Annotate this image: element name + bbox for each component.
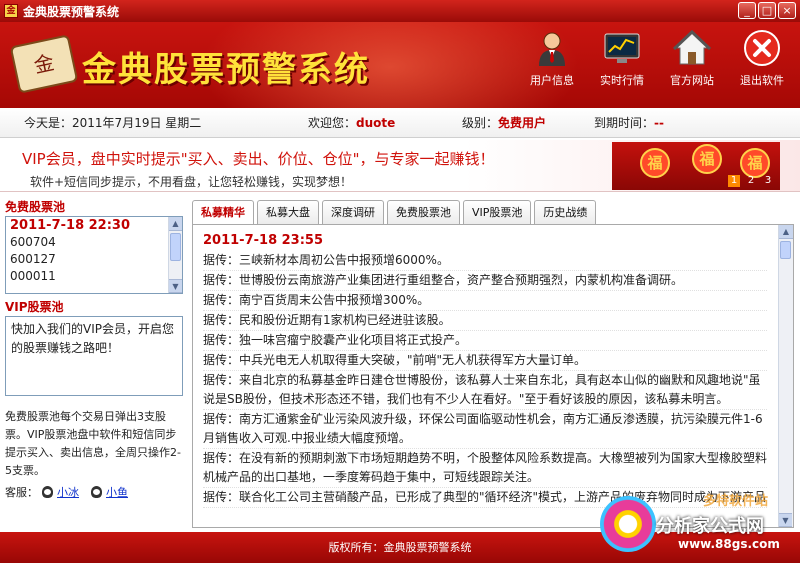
logo-text: 金典股票预警系统	[82, 50, 370, 90]
free-pool-scrollbar[interactable]: ▲ ▼	[168, 217, 182, 293]
top-nav: 用户信息 实时行情 官方网站 退出软件	[524, 28, 790, 88]
left-panel: 免费股票池 2011-7-18 22:30 600704 600127 0000…	[5, 198, 188, 500]
tab-private-essence[interactable]: 私募精华	[192, 200, 254, 225]
news-item: 据传：南方汇通紫金矿业污染风波升级，环保公司面临驱动性机会，南方汇通反渗透膜，抗…	[203, 410, 767, 449]
free-pool-title: 免费股票池	[5, 200, 66, 214]
qq-icon	[91, 486, 102, 498]
qq-icon	[42, 486, 53, 498]
nav-exit[interactable]: 退出软件	[734, 28, 790, 88]
nav-label: 用户信息	[530, 74, 574, 87]
expire-label: 到期时间：	[594, 116, 655, 130]
news-scrollbar[interactable]: ▲ ▼	[778, 225, 793, 527]
news-item: 据传：世博股份云南旅游产业集团进行重组整合，资产整合预期强烈，内蒙机构准备调研。	[203, 271, 767, 291]
kefu-link-xiaobing[interactable]: 小冰	[57, 484, 79, 500]
scroll-up-arrow-icon[interactable]: ▲	[779, 225, 793, 239]
news-item: 据传：中兵光电无人机取得重大突破，"前哨"无人机获得军方大量订单。	[203, 351, 767, 371]
user-icon	[539, 32, 565, 66]
lantern-icon: 福	[640, 148, 670, 178]
scroll-thumb[interactable]	[170, 233, 181, 261]
tab-deep-research[interactable]: 深度调研	[322, 200, 384, 224]
watermark-title: 分析家公式网	[656, 516, 764, 537]
monitor-chart-icon	[604, 33, 640, 63]
minimize-button[interactable]: _	[738, 2, 756, 19]
maximize-button[interactable]: □	[758, 2, 776, 19]
vip-pool-title: VIP股票池	[5, 300, 64, 314]
stock-code[interactable]: 600704	[6, 234, 182, 251]
pool-note: 免费股票池每个交易日弹出3支股票。VIP股票池盘中软件和短信同步提示买入、卖出信…	[5, 410, 181, 477]
news-item: 据传：南宁百货周末公告中报预增300%。	[203, 291, 767, 311]
vip-pool-box: 快加入我们的VIP会员，开启您的股票赚钱之路吧！	[5, 316, 183, 396]
banner-pager: 1 2 3	[728, 175, 774, 187]
watermark-top-text: 多特软件站	[703, 494, 769, 509]
window-controls: _ □ ×	[738, 2, 796, 19]
tab-private-market[interactable]: 私募大盘	[257, 200, 319, 224]
banner-page-3[interactable]: 3	[762, 175, 774, 187]
nav-label: 官方网站	[670, 74, 714, 87]
window-title: 金典股票预警系统	[23, 4, 120, 19]
nav-label: 退出软件	[740, 74, 784, 87]
banner-page-2[interactable]: 2	[745, 175, 757, 187]
free-pool-date: 2011-7-18 22:30	[10, 218, 131, 233]
banner-subline: 软件+短信同步提示，不用看盘，让您轻松赚钱，实现梦想！	[30, 175, 353, 189]
app-header: 金 金典股票预警系统 用户信息 实时行情 官方网站 退出软件	[0, 22, 800, 108]
news-item: 据传：在没有新的预期刺激下市场短期趋势不明，个股整体风险系数提高。大橡塑被列为国…	[203, 449, 767, 488]
username: duote	[356, 116, 396, 130]
level-info: 级别：免费用户	[462, 108, 546, 138]
banner-page-1[interactable]: 1	[728, 175, 740, 187]
logo-scroll-icon: 金	[9, 34, 79, 94]
nav-user-info[interactable]: 用户信息	[524, 28, 580, 88]
nav-label: 实时行情	[600, 74, 644, 87]
scroll-up-arrow-icon[interactable]: ▲	[169, 217, 182, 231]
scroll-thumb[interactable]	[780, 241, 791, 259]
banner-headline: VIP会员，盘中实时提示"买入、卖出、价位、仓位"，与专家一起赚钱！	[22, 150, 495, 168]
tab-free-pool[interactable]: 免费股票池	[387, 200, 460, 224]
promo-banner[interactable]: VIP会员，盘中实时提示"买入、卖出、价位、仓位"，与专家一起赚钱！ 软件+短信…	[0, 140, 800, 192]
info-bar: 今天是：2011年7月19日 星期二 欢迎您：duote 级别：免费用户 到期时…	[0, 108, 800, 138]
site-watermark: 多特软件站 分析家公式网 www.88gs.com	[598, 490, 800, 563]
news-item: 据传：独一味宫瘤宁胶囊产业化项目将正式投产。	[203, 331, 767, 351]
today-info: 今天是：2011年7月19日 星期二	[24, 108, 201, 138]
news-item: 据传：来自北京的私募基金昨日建仓世博股份，该私募人士来自东北，具有赵本山似的幽默…	[203, 371, 767, 410]
flower-logo-icon	[600, 496, 656, 552]
news-date: 2011-7-18 23:55	[203, 233, 324, 248]
tab-bar: 私募精华 私募大盘 深度调研 免费股票池 VIP股票池 历史战绩	[192, 200, 794, 225]
level-label: 级别：	[462, 116, 499, 130]
tab-history[interactable]: 历史战绩	[534, 200, 597, 224]
kefu-link-xiaoyu[interactable]: 小鱼	[106, 484, 128, 500]
expire-value: --	[654, 116, 664, 130]
home-icon	[672, 29, 712, 65]
lantern-icon: 福	[692, 144, 722, 174]
today-value: 2011年7月19日 星期二	[72, 116, 202, 130]
kefu-label: 客服：	[5, 486, 38, 499]
exit-icon	[744, 30, 780, 66]
title-bar: 金 金典股票预警系统 _ □ ×	[0, 0, 800, 22]
stock-code[interactable]: 600127	[6, 251, 182, 268]
main-panel: 私募精华 私募大盘 深度调研 免费股票池 VIP股票池 历史战绩 2011-7-…	[192, 200, 794, 528]
nav-official-site[interactable]: 官方网站	[664, 28, 720, 88]
news-list: 2011-7-18 23:55 据传：三峡新材本周初公告中报预增6000%。 据…	[193, 225, 777, 527]
welcome-info: 欢迎您：duote	[308, 108, 395, 138]
nav-realtime-quotes[interactable]: 实时行情	[594, 28, 650, 88]
news-item: 据传：三峡新材本周初公告中报预增6000%。	[203, 251, 767, 271]
news-content[interactable]: 2011-7-18 23:55 据传：三峡新材本周初公告中报预增6000%。 据…	[192, 224, 794, 528]
free-pool-list[interactable]: 2011-7-18 22:30 600704 600127 000011 ▲ ▼	[5, 216, 183, 294]
close-button[interactable]: ×	[778, 2, 796, 19]
lantern-icon: 福	[740, 148, 770, 178]
scroll-down-arrow-icon[interactable]: ▼	[169, 279, 182, 293]
today-label: 今天是：	[24, 116, 73, 130]
tab-vip-pool[interactable]: VIP股票池	[463, 200, 532, 224]
news-item: 据传：民和股份近期有1家机构已经进驻该股。	[203, 311, 767, 331]
app-icon: 金	[4, 4, 18, 18]
stock-code[interactable]: 000011	[6, 268, 182, 285]
welcome-label: 欢迎您：	[308, 116, 357, 130]
level-value: 免费用户	[498, 116, 547, 130]
expire-info: 到期时间：--	[594, 108, 664, 138]
vip-pool-text: 快加入我们的VIP会员，开启您的股票赚钱之路吧！	[11, 322, 174, 355]
watermark-url: www.88gs.com	[678, 537, 780, 551]
customer-service: 客服： 小冰 小鱼	[5, 484, 188, 500]
